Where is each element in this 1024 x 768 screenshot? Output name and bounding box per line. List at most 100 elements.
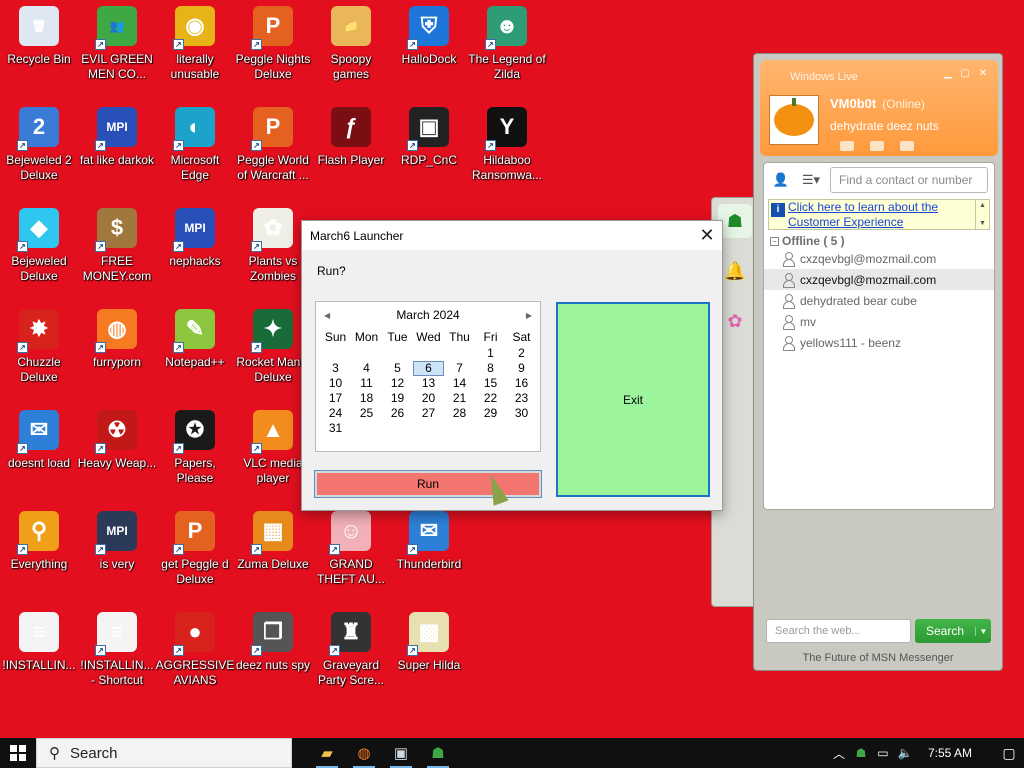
calendar-day[interactable]: 24 bbox=[320, 406, 351, 421]
desktop-icon[interactable]: ◐ ↗ Microsoft Edge bbox=[156, 101, 234, 183]
calendar-day[interactable]: 15 bbox=[475, 376, 506, 391]
web-search-button[interactable]: Search ▼ bbox=[915, 619, 991, 643]
exit-button[interactable]: Exit bbox=[556, 302, 710, 497]
volume-icon[interactable]: 🔈 bbox=[894, 746, 916, 760]
calendar-month-label[interactable]: March 2024 bbox=[396, 308, 459, 322]
contact-item[interactable]: dehydrated bear cube bbox=[764, 290, 994, 311]
calendar-day[interactable]: 4 bbox=[351, 361, 382, 376]
calendar-day[interactable]: 8 bbox=[475, 361, 506, 376]
desktop-icon[interactable]: 2 ↗ Bejeweled 2 Deluxe bbox=[0, 101, 78, 183]
desktop-icon[interactable]: ☢ ↗ Heavy Weap... bbox=[78, 404, 156, 471]
globe-icon[interactable] bbox=[900, 141, 914, 151]
calendar-day[interactable]: 23 bbox=[506, 391, 537, 406]
desktop-icon[interactable]: 📁 Spoopy games bbox=[312, 0, 390, 82]
desktop-icon[interactable]: ⛨ ↗ HalloDock bbox=[390, 0, 468, 67]
clock[interactable]: 7:55 AM bbox=[928, 746, 972, 760]
next-month-icon[interactable]: ▶ bbox=[526, 311, 532, 320]
calendar-day[interactable]: 30 bbox=[506, 406, 537, 421]
desktop-icon[interactable]: ✉ ↗ Thunderbird bbox=[390, 505, 468, 572]
msn-tray-icon[interactable]: ☗ bbox=[850, 746, 872, 760]
desktop-icon[interactable]: ✸ ↗ Chuzzle Deluxe bbox=[0, 303, 78, 385]
list-options-icon[interactable]: ☰▾ bbox=[800, 170, 822, 190]
desktop-icon[interactable]: ✪ ↗ Papers, Please bbox=[156, 404, 234, 486]
add-contact-icon[interactable]: 👤 bbox=[770, 170, 792, 190]
prev-month-icon[interactable]: ◀ bbox=[324, 311, 330, 320]
desktop-icon[interactable]: P ↗ Peggle Nights Deluxe bbox=[234, 0, 312, 82]
contact-item[interactable]: cxzqevbgl@mozmail.com bbox=[764, 248, 994, 269]
msn-taskbar-icon[interactable]: ☗ bbox=[423, 738, 453, 768]
calendar-day[interactable]: 1 bbox=[475, 346, 506, 361]
desktop-icon[interactable]: 🗑 Recycle Bin bbox=[0, 0, 78, 67]
desktop-icon[interactable]: ƒ Flash Player bbox=[312, 101, 390, 168]
run-button[interactable]: Run bbox=[314, 470, 542, 498]
scroll-up-icon[interactable]: ▲ bbox=[979, 202, 986, 209]
taskbar-search[interactable]: ⚲ Search bbox=[36, 738, 292, 768]
calendar-day[interactable]: 21 bbox=[444, 391, 475, 406]
customer-experience-link[interactable]: Click here to learn about the Customer E… bbox=[788, 200, 975, 229]
file-explorer-icon[interactable]: ▰ bbox=[312, 738, 342, 768]
avatar[interactable] bbox=[769, 95, 819, 145]
desktop-icon[interactable]: ☻ ↗ The Legend of Zilda bbox=[468, 0, 546, 82]
folder-icon[interactable] bbox=[870, 141, 884, 151]
desktop-icon[interactable]: ♜ ↗ Graveyard Party Scre... bbox=[312, 606, 390, 688]
desktop-icon[interactable]: ● ↗ AGGRESSIVE AVIANS bbox=[156, 606, 234, 688]
desktop-icon[interactable]: 👥 ↗ EVIL GREEN MEN CO... bbox=[78, 0, 156, 82]
contact-item[interactable]: yellows111 - beenz bbox=[764, 332, 994, 353]
contacts-tab-icon[interactable]: ☗ bbox=[718, 204, 752, 238]
calendar-day[interactable]: 27 bbox=[413, 406, 444, 421]
window-controls-icon[interactable]: ▁ ▢ ✕ bbox=[944, 68, 990, 79]
desktop-icon[interactable]: ✉ ↗ doesnt load bbox=[0, 404, 78, 471]
desktop-icon[interactable]: ✎ ↗ Notepad++ bbox=[156, 303, 234, 370]
calendar-day[interactable]: 18 bbox=[351, 391, 382, 406]
network-icon[interactable]: ▭ bbox=[872, 746, 894, 760]
bell-icon[interactable]: 🔔 bbox=[718, 254, 752, 288]
desktop-icon[interactable]: MPI ↗ nephacks bbox=[156, 202, 234, 269]
desktop-icon[interactable]: ▦ ↗ Zuma Deluxe bbox=[234, 505, 312, 572]
calendar-day[interactable]: 17 bbox=[320, 391, 351, 406]
calendar-day[interactable]: 7 bbox=[444, 361, 475, 376]
find-contact-input[interactable]: Find a contact or number bbox=[830, 167, 988, 193]
contact-item[interactable]: cxzqevbgl@mozmail.com bbox=[764, 269, 994, 290]
calendar[interactable]: ◀ March 2024 ▶ Sun Mon Tue Wed Thu Fri Sat 1 2 3 4… bbox=[315, 301, 541, 452]
calendar-day[interactable]: 9 bbox=[506, 361, 537, 376]
desktop-icon[interactable]: ◉ ↗ literally unusable bbox=[156, 0, 234, 82]
calendar-day[interactable]: 2 bbox=[506, 346, 537, 361]
contact-item[interactable]: mv bbox=[764, 311, 994, 332]
mail-icon[interactable] bbox=[840, 141, 854, 151]
calendar-day[interactable]: 22 bbox=[475, 391, 506, 406]
info-banner[interactable]: i Click here to learn about the Customer… bbox=[768, 199, 990, 230]
desktop-icon[interactable]: ≡ ↗ !INSTALLIN... - Shortcut bbox=[78, 606, 156, 688]
msn-username-row[interactable]: VM0b0t (Online) bbox=[830, 96, 925, 111]
desktop-icon[interactable]: ▣ ↗ RDP_CnC bbox=[390, 101, 468, 168]
scroll-down-icon[interactable]: ▼ bbox=[979, 220, 986, 227]
close-button[interactable]: ✕ bbox=[692, 221, 722, 250]
calendar-day[interactable]: 25 bbox=[351, 406, 382, 421]
calendar-day[interactable]: 16 bbox=[506, 376, 537, 391]
calendar-day[interactable]: 29 bbox=[475, 406, 506, 421]
calendar-day[interactable]: 13 bbox=[413, 376, 444, 391]
calendar-day[interactable]: 3 bbox=[320, 361, 351, 376]
desktop-icon[interactable]: MPI ↗ is very bbox=[78, 505, 156, 572]
desktop-icon[interactable]: ◆ ↗ Bejeweled Deluxe bbox=[0, 202, 78, 284]
calendar-day[interactable]: 5 bbox=[382, 361, 413, 376]
calendar-day[interactable]: 6 bbox=[413, 361, 444, 376]
search-dropdown-icon[interactable]: ▼ bbox=[975, 626, 991, 636]
desktop-icon[interactable]: P ↗ get Peggle d Deluxe bbox=[156, 505, 234, 587]
banner-scroll[interactable]: ▲ ▼ bbox=[975, 200, 989, 229]
calendar-day[interactable]: 14 bbox=[444, 376, 475, 391]
desktop-icon[interactable]: ≡ !INSTALLIN... bbox=[0, 606, 78, 673]
offline-group-header[interactable]: − Offline ( 5 ) bbox=[770, 234, 990, 248]
launcher-titlebar[interactable]: March6 Launcher ✕ bbox=[302, 221, 722, 250]
calendar-day[interactable]: 12 bbox=[382, 376, 413, 391]
rdp-taskbar-icon[interactable]: ▣ bbox=[386, 738, 416, 768]
desktop-icon[interactable]: ▩ ↗ Super Hilda bbox=[390, 606, 468, 673]
desktop-icon[interactable]: ⚲ ↗ Everything bbox=[0, 505, 78, 572]
calendar-day[interactable]: 20 bbox=[413, 391, 444, 406]
calendar-day[interactable]: 10 bbox=[320, 376, 351, 391]
calendar-day[interactable]: 11 bbox=[351, 376, 382, 391]
desktop-icon[interactable]: $ ↗ FREE MONEY.com bbox=[78, 202, 156, 284]
firefox-taskbar-icon[interactable]: ◍ bbox=[349, 738, 379, 768]
calendar-day[interactable]: 26 bbox=[382, 406, 413, 421]
calendar-day[interactable]: 19 bbox=[382, 391, 413, 406]
show-hidden-icons-icon[interactable]: ︿ bbox=[828, 745, 850, 762]
